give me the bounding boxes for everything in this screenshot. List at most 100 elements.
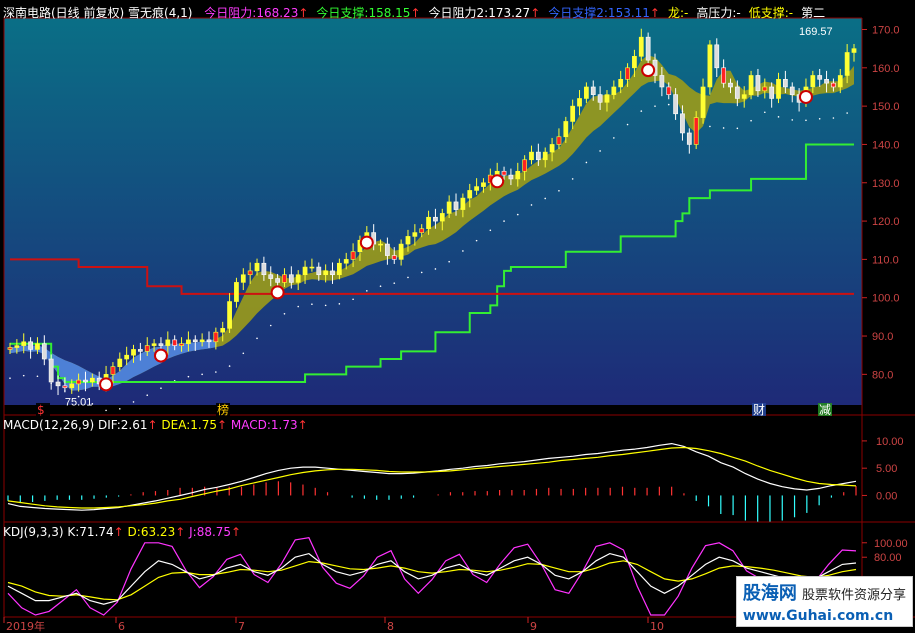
candle-body	[234, 282, 239, 302]
candle-body	[700, 86, 706, 118]
candle-body	[844, 52, 850, 76]
candle-body	[577, 98, 582, 107]
header-item-arrow: ↑	[530, 6, 541, 20]
candle-body	[240, 274, 246, 283]
trail-dot	[201, 373, 203, 376]
header-item-6: 低支撑:-	[748, 6, 794, 20]
kdj-k-label: K:	[67, 525, 80, 539]
signal-marker	[359, 235, 374, 250]
event-tag: $	[37, 403, 45, 417]
kdj-j-value: 88.75	[196, 525, 232, 539]
trail-dot	[709, 125, 711, 128]
trail-dot	[503, 220, 505, 222]
candle-body	[268, 274, 274, 279]
macd-y-tick-label: 10.00	[876, 436, 904, 448]
trail-dot	[269, 324, 272, 327]
candle-body	[721, 67, 727, 84]
candle-body	[137, 349, 143, 352]
candle-body	[570, 105, 576, 122]
candle-body	[474, 186, 479, 191]
candle-body	[391, 255, 397, 260]
candle-body	[14, 345, 20, 348]
candle-body	[618, 79, 624, 88]
candle-body	[433, 216, 438, 222]
candle-body	[48, 358, 54, 383]
candle-body	[522, 159, 528, 172]
trail-dot	[571, 178, 574, 180]
candle-body	[741, 94, 747, 99]
trail-dot	[283, 313, 286, 315]
main-header: 深南电路(日线 前复权) 雪无痕(4,1) 今日阻力:168.23↑ 今日支撑:1…	[3, 4, 825, 21]
candle-body	[336, 262, 342, 276]
candle-body	[35, 343, 40, 350]
kdj-y-tick-label: 100.00	[874, 538, 908, 550]
candle-body	[55, 381, 61, 387]
candle-body	[789, 86, 795, 95]
kdj-k-value: 71.74	[79, 525, 114, 539]
trail-dot	[544, 197, 547, 200]
candle-body	[426, 216, 431, 230]
header-item-3: 今日支撑2:153.11	[548, 6, 650, 20]
trail-dot	[640, 110, 643, 112]
macd-dea-value: 1.75	[190, 418, 217, 432]
signal-marker	[99, 377, 114, 392]
header-item-2: 今日阻力2:173.27	[428, 6, 531, 20]
kdj-d-label: D:	[127, 525, 141, 539]
candle-body	[83, 379, 88, 383]
trail-dot	[777, 116, 780, 118]
trail-dot	[434, 268, 437, 270]
macd-y-tick-label: 5.00	[876, 463, 897, 475]
candle-body	[398, 243, 404, 260]
candle-body	[282, 274, 287, 283]
candle-body	[446, 201, 452, 214]
candle-body	[604, 94, 610, 103]
candle-body	[542, 151, 548, 161]
candle-body	[124, 354, 130, 360]
trail-dot	[160, 387, 162, 389]
trail-dot	[393, 282, 396, 284]
header-item-7: 第二	[801, 6, 826, 20]
candle-body	[21, 341, 27, 346]
candle-body	[172, 339, 178, 346]
candle-body	[817, 75, 823, 80]
trail-dot	[585, 161, 588, 164]
candle-body	[378, 243, 383, 246]
y-tick-label: 140.0	[872, 139, 900, 151]
header-item-arrow: ↑	[649, 6, 660, 20]
trail-dot	[187, 375, 190, 378]
candle-body	[611, 86, 617, 95]
trail-dot	[516, 213, 519, 216]
header-item-0: 今日阻力:168.23	[204, 6, 299, 20]
candle-body	[762, 86, 768, 92]
trail-dot	[242, 352, 245, 355]
candle-body	[535, 151, 541, 161]
candle-body	[693, 117, 699, 145]
candle-body	[131, 349, 136, 356]
signal-marker	[490, 174, 505, 189]
candle-body	[288, 274, 294, 283]
kdj-j-label: J:	[189, 525, 197, 539]
trail-dot	[311, 303, 313, 306]
candle-body	[686, 132, 692, 145]
trail-dot	[791, 119, 794, 121]
macd-header: MACD(12,26,9) DIF:2.61↑ DEA:1.75↑ MACD:1…	[3, 418, 308, 432]
x-tick-label: 8	[387, 620, 394, 633]
trail-dot	[105, 409, 107, 412]
candle-body	[206, 339, 212, 343]
candle-body	[659, 75, 665, 88]
candle-body	[707, 44, 713, 88]
signal-marker	[641, 63, 656, 78]
trail-dot	[558, 190, 560, 192]
candle-body	[220, 328, 226, 333]
candle-body	[563, 121, 569, 138]
y-tick-label: 110.0	[872, 254, 899, 266]
macd-macd-value: 1.73	[270, 418, 298, 432]
candle-body	[76, 379, 81, 385]
candle-body	[556, 136, 562, 145]
macd-dea-line	[7, 446, 857, 509]
candle-body	[467, 190, 473, 199]
candle-body	[529, 151, 534, 161]
trail-dot	[215, 371, 217, 373]
trail-dot	[132, 401, 135, 403]
trail-dot	[407, 276, 409, 279]
